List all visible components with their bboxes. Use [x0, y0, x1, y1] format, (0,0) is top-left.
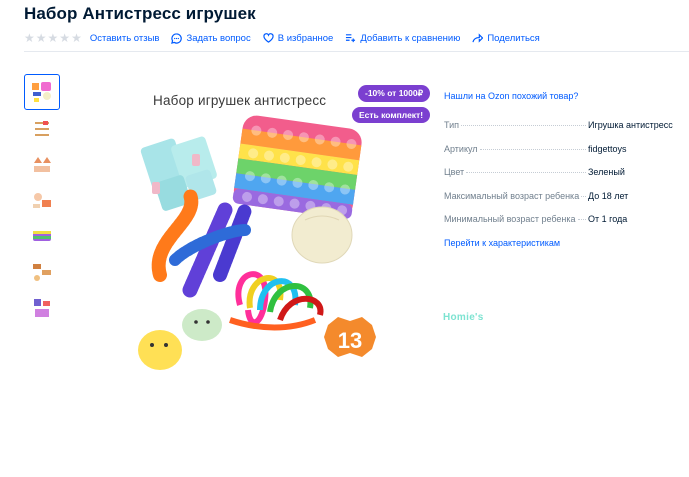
spec-name: Максимальный возраст ребенка — [444, 190, 580, 201]
ask-question-label: Задать вопрос — [186, 32, 251, 44]
count-word: штук — [336, 353, 366, 367]
spec-name: Артикул — [444, 143, 478, 154]
thumbnail-1[interactable] — [24, 74, 60, 110]
product-actions: ★ ★ ★ ★ ★ Оставить отзыв Задать вопрос В… — [24, 31, 552, 45]
thumbnail-4[interactable] — [24, 182, 60, 218]
star-icon: ★ — [71, 31, 82, 45]
spec-value: От 1 года — [588, 214, 628, 224]
similar-product-link[interactable]: Нашли на Ozon похожий товар? — [444, 91, 578, 101]
infinity-cube — [140, 136, 217, 211]
thumbnail-7[interactable] — [24, 290, 60, 326]
thumbnail-2[interactable] — [24, 110, 60, 146]
add-to-favorites-button[interactable]: В избранное — [263, 32, 334, 44]
header-divider — [24, 51, 689, 52]
add-to-compare-button[interactable]: Добавить к сравнению — [345, 33, 460, 44]
ask-question-button[interactable]: Задать вопрос — [171, 32, 251, 44]
star-icon: ★ — [59, 31, 71, 45]
mochi-squishies — [138, 309, 222, 370]
spec-dots — [461, 125, 586, 126]
thumbnail-image — [34, 299, 50, 317]
share-button[interactable]: Поделиться — [472, 32, 540, 44]
favorites-label: В избранное — [277, 32, 334, 44]
go-to-characteristics-link[interactable]: Перейти к характеристикам — [444, 238, 560, 248]
star-icon: ★ — [35, 31, 47, 45]
brand-logo[interactable]: Homie's — [443, 312, 484, 323]
count-badge: 13 штук — [324, 317, 376, 367]
spec-name: Минимальный возраст ребенка — [444, 214, 576, 224]
star-icon: ★ — [47, 31, 59, 45]
share-label: Поделиться — [487, 32, 540, 44]
chat-icon — [171, 32, 183, 44]
spec-name: Цвет — [444, 167, 465, 177]
spec-value: Игрушка антистресс — [588, 120, 673, 130]
thumbnail-image — [32, 82, 51, 102]
thumbnail-3[interactable] — [24, 146, 60, 182]
set-badge: Есть комплект! — [352, 107, 431, 123]
spec-dots — [466, 172, 586, 173]
thumbnail-gallery — [24, 74, 60, 326]
product-title: Набор Антистресс игрушек — [24, 4, 256, 23]
spec-dots — [577, 219, 586, 220]
spec-dots — [581, 195, 586, 197]
stretchy-strings — [229, 271, 324, 331]
pop-it-square — [232, 115, 362, 219]
spec-dots — [479, 148, 586, 150]
spec-row: Максимальный возраст ребенка До 18 лет — [444, 191, 684, 215]
count-number: 13 — [338, 328, 362, 353]
thumbnail-image — [34, 119, 50, 137]
spec-value: Зеленый — [588, 167, 625, 177]
star-icon: ★ — [24, 31, 35, 45]
discount-badge: -10% от 1000₽ — [358, 85, 431, 102]
product-image[interactable]: 13 штук — [130, 80, 430, 380]
spec-row: Артикул fidgettoys — [444, 144, 684, 168]
thumbnail-image — [34, 157, 51, 172]
thumbnail-image — [33, 231, 51, 241]
spec-row: Тип Игрушка антистресс — [444, 120, 684, 144]
squishy-bun — [291, 206, 353, 264]
thumbnail-6[interactable] — [24, 254, 60, 290]
pop-tubes — [151, 188, 252, 298]
share-arrow-icon — [472, 33, 484, 43]
compare-list-icon — [346, 34, 356, 43]
spec-value: До 18 лет — [588, 190, 629, 201]
spec-value: fidgettoys — [588, 143, 627, 154]
compare-label: Добавить к сравнению — [360, 32, 461, 44]
similar-section: Нашли на Ozon похожий товар? — [444, 91, 684, 101]
leave-review-link[interactable]: Оставить отзыв — [90, 33, 160, 44]
heart-icon — [263, 33, 274, 43]
thumbnail-5[interactable] — [24, 218, 60, 254]
rating-stars[interactable]: ★ ★ ★ ★ ★ — [24, 32, 82, 44]
thumbnail-image — [33, 193, 51, 208]
spec-row: Минимальный возраст ребенка От 1 года — [444, 214, 684, 238]
spec-row: Цвет Зеленый — [444, 167, 684, 191]
specs-list: Тип Игрушка антистресс Артикул fidgettoy… — [444, 120, 684, 238]
spec-name: Тип — [444, 120, 460, 130]
fidget-toys-illustration: 13 штук — [138, 115, 376, 370]
thumbnail-image — [33, 264, 51, 281]
image-caption: Набор игрушек антистресс — [153, 93, 327, 108]
